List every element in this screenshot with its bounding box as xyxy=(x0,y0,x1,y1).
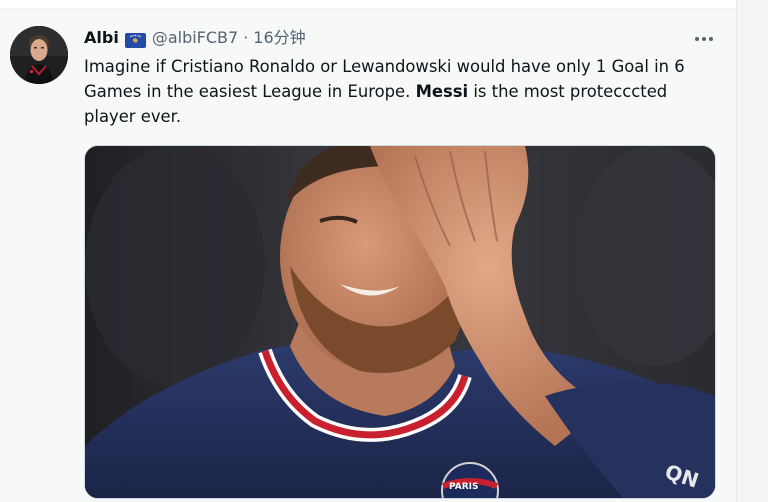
kosovo-flag-icon xyxy=(124,31,146,48)
separator-dot: · xyxy=(243,28,249,47)
page: Albi @albiFCB7 · 16分钟 Imagine if Cristia… xyxy=(0,0,768,502)
more-horizontal-icon[interactable] xyxy=(690,29,718,49)
tweet-text-bold: Messi xyxy=(415,82,469,101)
avatar[interactable] xyxy=(10,26,68,84)
tweet-text: Imagine if Cristiano Ronaldo or Lewandow… xyxy=(84,54,714,129)
right-gutter xyxy=(736,0,768,502)
tweet-media-photo[interactable]: PARIS QN xyxy=(84,145,716,499)
shirt-crest-text: PARIS xyxy=(449,482,479,492)
user-handle[interactable]: @albiFCB7 xyxy=(152,26,238,50)
display-name[interactable]: Albi xyxy=(84,26,119,50)
tweet-card[interactable]: Albi @albiFCB7 · 16分钟 Imagine if Cristia… xyxy=(0,9,736,502)
tweet-header: Albi @albiFCB7 · 16分钟 xyxy=(84,26,306,50)
timestamp[interactable]: 16分钟 xyxy=(253,26,305,50)
